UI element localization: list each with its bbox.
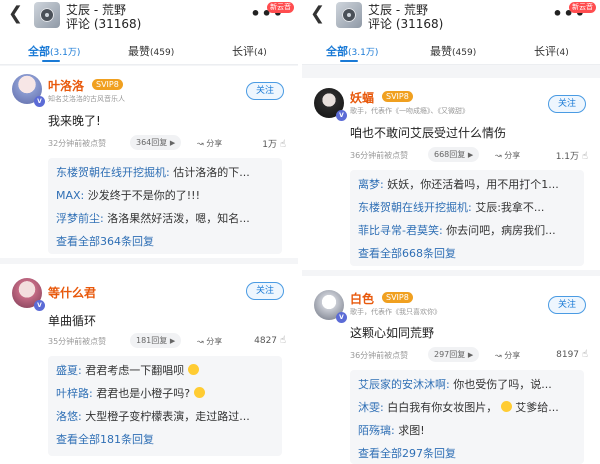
- tab-long[interactable]: 长评(4): [534, 43, 569, 59]
- reply-line: MAX: 沙发终于不是你的了!!!: [56, 189, 200, 202]
- reply-line: 沐雯: 白白我有你女妆图片， 艾爹给...: [358, 401, 559, 414]
- like-button[interactable]: 1万 ☝: [262, 137, 286, 150]
- comment-count-title: 评论 (31168): [368, 17, 444, 31]
- reply-line: 艾辰家的安沐沐啊: 你也受伤了吗，说...: [358, 378, 552, 391]
- play-icon: ▶: [467, 151, 474, 159]
- share-button[interactable]: ↝ 分享: [197, 336, 222, 347]
- new-badge: 新云音: [267, 2, 294, 13]
- reply-preview-box[interactable]: 盛夏: 君君考虑一下翻唱呗 叶梓路: 君君也是小橙子吗? 洛悠: 大型橙子变柠檬…: [48, 356, 282, 456]
- comment-card: V 白色 SVIP8 歌手，代表作《我只喜欢你》 关注 这颗心如同荒野 36分钟…: [302, 276, 600, 464]
- tab-all[interactable]: 全部(3.1万): [326, 43, 378, 59]
- svip-badge: SVIP8: [382, 91, 413, 102]
- like-button[interactable]: 4827 ☝: [254, 335, 286, 346]
- comment-text: 这颗心如同荒野: [350, 326, 435, 340]
- comments-panel-left: ❮ 艾辰 - 荒野 评论 (31168) ••• 新云音 全部(3.1万) 最赞…: [0, 0, 298, 464]
- comment-time: 36分钟前被点赞: [350, 151, 409, 160]
- song-cover-thumbnail[interactable]: [34, 2, 60, 28]
- follow-button[interactable]: 关注: [246, 282, 284, 300]
- chevron-left-icon[interactable]: ❮: [310, 5, 325, 23]
- reply-line: 陌殇璃: 求图!: [358, 424, 425, 437]
- follow-button[interactable]: 关注: [548, 296, 586, 314]
- user-subtitle: 知名艾洛洛的古风音乐人: [48, 95, 125, 103]
- reply-line: 菲比寻常-君莫笑: 你去问吧，病房我们...: [358, 224, 556, 237]
- tab-top[interactable]: 最赞(459): [128, 43, 174, 59]
- share-icon: ↝: [197, 337, 204, 346]
- play-icon: ▶: [169, 337, 176, 345]
- song-cover-thumbnail[interactable]: [336, 2, 362, 28]
- header-bar: ❮ 艾辰 - 荒野 评论 (31168) ••• 新云音: [302, 0, 600, 34]
- comment-tabs: 全部(3.1万) 最赞(459) 长评(4): [0, 34, 298, 65]
- share-button[interactable]: ↝ 分享: [495, 350, 520, 361]
- share-icon: ↝: [495, 351, 502, 360]
- svip-badge: SVIP8: [382, 292, 413, 303]
- view-all-replies-link[interactable]: 查看全部297条回复: [358, 445, 456, 461]
- reply-line: 盛夏: 君君考虑一下翻唱呗: [56, 362, 199, 378]
- play-icon: ▶: [169, 139, 176, 147]
- reply-line: 叶梓路: 君君也是小橙子吗?: [56, 385, 205, 401]
- thumb-up-icon: ☝: [581, 151, 588, 162]
- header-bar: ❮ 艾辰 - 荒野 评论 (31168) ••• 新云音: [0, 0, 298, 34]
- play-icon: ▶: [467, 351, 474, 359]
- share-icon: ↝: [495, 151, 502, 160]
- sad-emoji-icon: [500, 401, 512, 412]
- verified-badge-icon: V: [34, 96, 45, 107]
- tab-all[interactable]: 全部(3.1万): [28, 43, 80, 59]
- comment-text: 我来晚了!: [48, 114, 101, 128]
- smile-emoji-icon: [187, 364, 199, 375]
- comment-card: V 妖蝠 SVIP8 歌手，代表作《一吻成瘾》、《又微甜》 关注 咱也不敢问艾辰…: [302, 78, 600, 270]
- reply-preview-box[interactable]: 艾辰家的安沐沐啊: 你也受伤了吗，说... 沐雯: 白白我有你女妆图片， 艾爹给…: [350, 370, 584, 464]
- verified-badge-icon: V: [336, 312, 347, 323]
- thumb-up-icon: ☝: [581, 349, 588, 360]
- tab-long[interactable]: 长评(4): [232, 43, 267, 59]
- view-all-replies-link[interactable]: 查看全部364条回复: [56, 233, 154, 249]
- verified-badge-icon: V: [336, 110, 347, 121]
- tab-top[interactable]: 最赞(459): [430, 43, 476, 59]
- username[interactable]: 叶洛洛: [48, 77, 84, 94]
- comment-time: 35分钟前被点赞: [48, 337, 107, 346]
- reply-count-button[interactable]: 668回复 ▶: [428, 147, 480, 162]
- follow-button[interactable]: 关注: [246, 82, 284, 100]
- svip-badge: SVIP8: [92, 79, 123, 90]
- active-tab-indicator: [42, 60, 60, 62]
- comment-count-title: 评论 (31168): [66, 17, 142, 31]
- reply-preview-box[interactable]: 东楼贺朝在线开挖掘机: 估计洛洛的下... MAX: 沙发终于不是你的了!!! …: [48, 158, 282, 254]
- username[interactable]: 白色: [350, 290, 374, 307]
- reply-count-button[interactable]: 297回复 ▶: [428, 347, 480, 362]
- comment-time: 36分钟前被点赞: [350, 351, 409, 360]
- user-subtitle: 歌手，代表作《一吻成瘾》、《又微甜》: [350, 107, 469, 115]
- like-button[interactable]: 8197 ☝: [556, 349, 588, 360]
- comments-panel-right: ❮ 艾辰 - 荒野 评论 (31168) ••• 新云音 全部(3.1万) 最赞…: [302, 0, 600, 464]
- reply-line: 东楼贺朝在线开挖掘机: 艾辰:我拿不...: [358, 201, 545, 214]
- new-badge: 新云音: [569, 2, 596, 13]
- reply-line: 东楼贺朝在线开挖掘机: 估计洛洛的下...: [56, 166, 250, 179]
- comment-time: 32分钟前被点赞: [48, 139, 107, 148]
- username[interactable]: 等什么君: [48, 284, 96, 301]
- reply-count-button[interactable]: 364回复 ▶: [130, 135, 182, 150]
- view-all-replies-link[interactable]: 查看全部668条回复: [358, 245, 456, 261]
- comment-text: 咱也不敢问艾辰受过什么情伤: [350, 126, 507, 140]
- reply-line: 浮梦前尘: 洛洛果然好活泼，嗯，知名...: [56, 212, 250, 225]
- view-all-replies-link[interactable]: 查看全部181条回复: [56, 431, 154, 447]
- user-subtitle: 歌手，代表作《我只喜欢你》: [350, 308, 441, 316]
- share-icon: ↝: [197, 139, 204, 148]
- reply-line: 离梦: 妖妖，你还活着吗，用不用打个1...: [358, 178, 559, 191]
- comment-card: V 叶洛洛 SVIP8 知名艾洛洛的古风音乐人 关注 我来晚了! 32分钟前被点…: [0, 66, 298, 258]
- active-tab-indicator: [340, 60, 358, 62]
- comment-tabs: 全部(3.1万) 最赞(459) 长评(4): [302, 34, 600, 65]
- laugh-emoji-icon: [193, 387, 205, 398]
- share-button[interactable]: ↝ 分享: [197, 138, 222, 149]
- chevron-left-icon[interactable]: ❮: [8, 5, 23, 23]
- reply-preview-box[interactable]: 离梦: 妖妖，你还活着吗，用不用打个1... 东楼贺朝在线开挖掘机: 艾辰:我拿…: [350, 170, 584, 266]
- reply-count-button[interactable]: 181回复 ▶: [130, 333, 182, 348]
- verified-badge-icon: V: [34, 300, 45, 311]
- comment-text: 单曲循环: [48, 314, 97, 328]
- share-button[interactable]: ↝ 分享: [495, 150, 520, 161]
- reply-line: 洛悠: 大型橙子变柠檬表演，走过路过...: [56, 410, 250, 423]
- username[interactable]: 妖蝠: [350, 89, 374, 106]
- thumb-up-icon: ☝: [279, 139, 286, 150]
- follow-button[interactable]: 关注: [548, 95, 586, 113]
- thumb-up-icon: ☝: [279, 335, 286, 346]
- like-button[interactable]: 1.1万 ☝: [556, 149, 588, 162]
- comment-card: V 等什么君 关注 单曲循环 35分钟前被点赞 181回复 ▶ ↝ 分享 482…: [0, 264, 298, 464]
